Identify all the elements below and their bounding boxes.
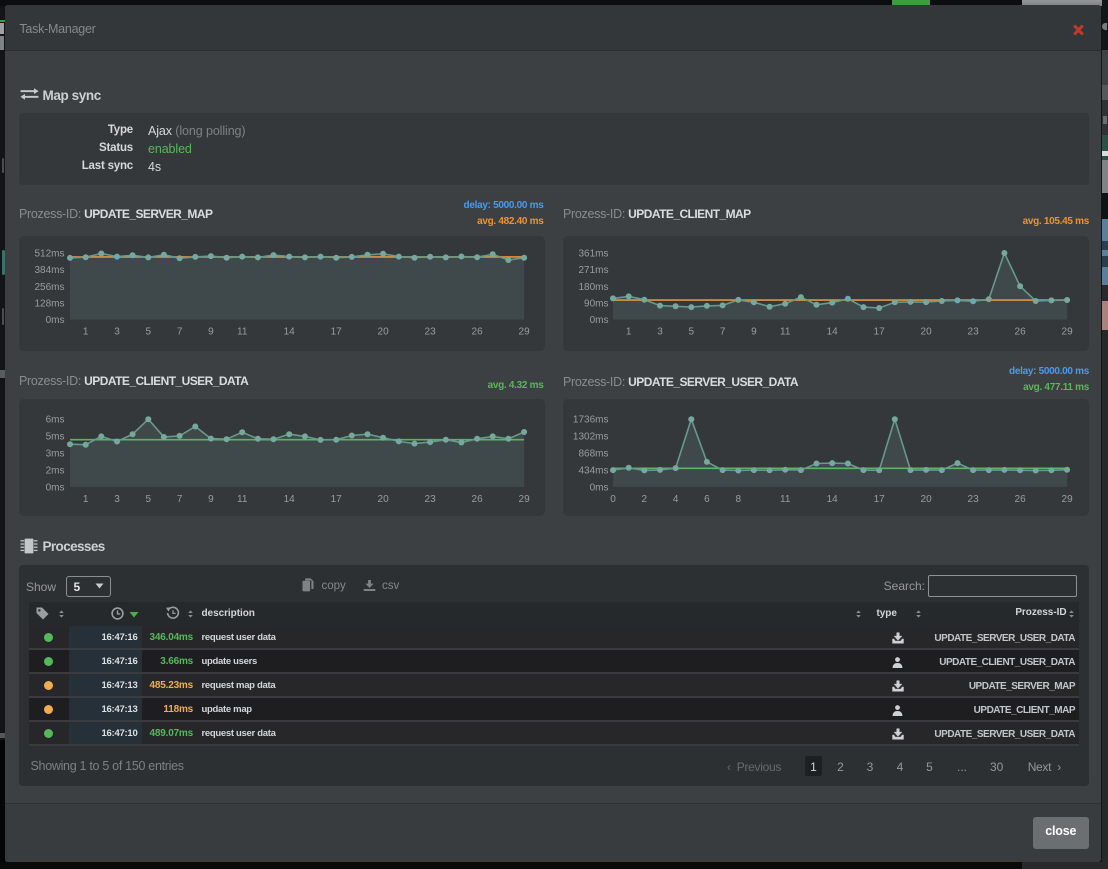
svg-text:4: 4 (673, 494, 679, 505)
svg-text:9: 9 (208, 494, 214, 505)
svg-text:5: 5 (689, 327, 695, 338)
svg-text:90ms: 90ms (584, 298, 608, 309)
svg-text:29: 29 (1062, 327, 1074, 338)
svg-text:1302ms: 1302ms (573, 432, 609, 443)
svg-text:23: 23 (425, 327, 437, 338)
svg-text:6ms: 6ms (46, 415, 65, 426)
svg-text:0ms: 0ms (46, 315, 65, 326)
svg-text:26: 26 (1015, 327, 1027, 338)
svg-text:20: 20 (378, 327, 390, 338)
svg-text:180ms: 180ms (578, 282, 608, 293)
svg-text:1736ms: 1736ms (573, 415, 609, 426)
svg-text:0: 0 (610, 494, 616, 505)
svg-text:7: 7 (720, 327, 726, 338)
svg-text:8: 8 (736, 494, 742, 505)
svg-text:17: 17 (874, 327, 886, 338)
svg-text:23: 23 (425, 494, 437, 505)
svg-text:3: 3 (114, 494, 120, 505)
svg-text:7: 7 (177, 327, 183, 338)
svg-text:5: 5 (146, 494, 152, 505)
svg-text:1: 1 (83, 327, 89, 338)
svg-text:23: 23 (968, 494, 980, 505)
svg-text:26: 26 (472, 494, 484, 505)
svg-text:9: 9 (208, 327, 214, 338)
svg-text:20: 20 (921, 494, 933, 505)
svg-text:17: 17 (331, 494, 343, 505)
svg-text:5ms: 5ms (46, 432, 65, 443)
svg-text:868ms: 868ms (578, 449, 608, 460)
svg-text:2: 2 (642, 494, 648, 505)
svg-text:0ms: 0ms (590, 315, 609, 326)
svg-text:11: 11 (237, 494, 248, 505)
svg-text:14: 14 (284, 494, 296, 505)
svg-text:361ms: 361ms (578, 249, 608, 260)
svg-text:3ms: 3ms (46, 449, 65, 460)
svg-text:2ms: 2ms (46, 466, 65, 477)
svg-text:11: 11 (780, 327, 791, 338)
svg-text:3: 3 (114, 327, 120, 338)
svg-text:271ms: 271ms (578, 265, 608, 276)
svg-text:20: 20 (921, 327, 933, 338)
svg-text:5: 5 (146, 327, 152, 338)
svg-text:0ms: 0ms (46, 482, 65, 493)
svg-text:1: 1 (83, 494, 89, 505)
svg-text:11: 11 (780, 494, 791, 505)
svg-text:29: 29 (519, 327, 531, 338)
svg-text:0ms: 0ms (590, 482, 609, 493)
svg-text:384ms: 384ms (34, 265, 64, 276)
svg-text:434ms: 434ms (578, 466, 608, 477)
svg-text:1: 1 (626, 327, 632, 338)
svg-text:23: 23 (968, 327, 980, 338)
svg-text:11: 11 (237, 327, 248, 338)
svg-text:512ms: 512ms (34, 249, 64, 260)
svg-text:128ms: 128ms (34, 298, 64, 309)
svg-text:26: 26 (472, 327, 484, 338)
svg-text:26: 26 (1015, 494, 1027, 505)
svg-text:6: 6 (704, 494, 710, 505)
svg-text:14: 14 (284, 327, 296, 338)
svg-text:17: 17 (874, 494, 886, 505)
svg-text:17: 17 (331, 327, 343, 338)
svg-text:3: 3 (657, 327, 663, 338)
svg-text:20: 20 (378, 494, 390, 505)
svg-text:29: 29 (1062, 494, 1074, 505)
svg-text:256ms: 256ms (34, 282, 64, 293)
svg-text:29: 29 (519, 494, 531, 505)
svg-text:9: 9 (751, 327, 757, 338)
svg-text:7: 7 (177, 494, 183, 505)
svg-text:14: 14 (827, 327, 839, 338)
svg-text:14: 14 (827, 494, 839, 505)
